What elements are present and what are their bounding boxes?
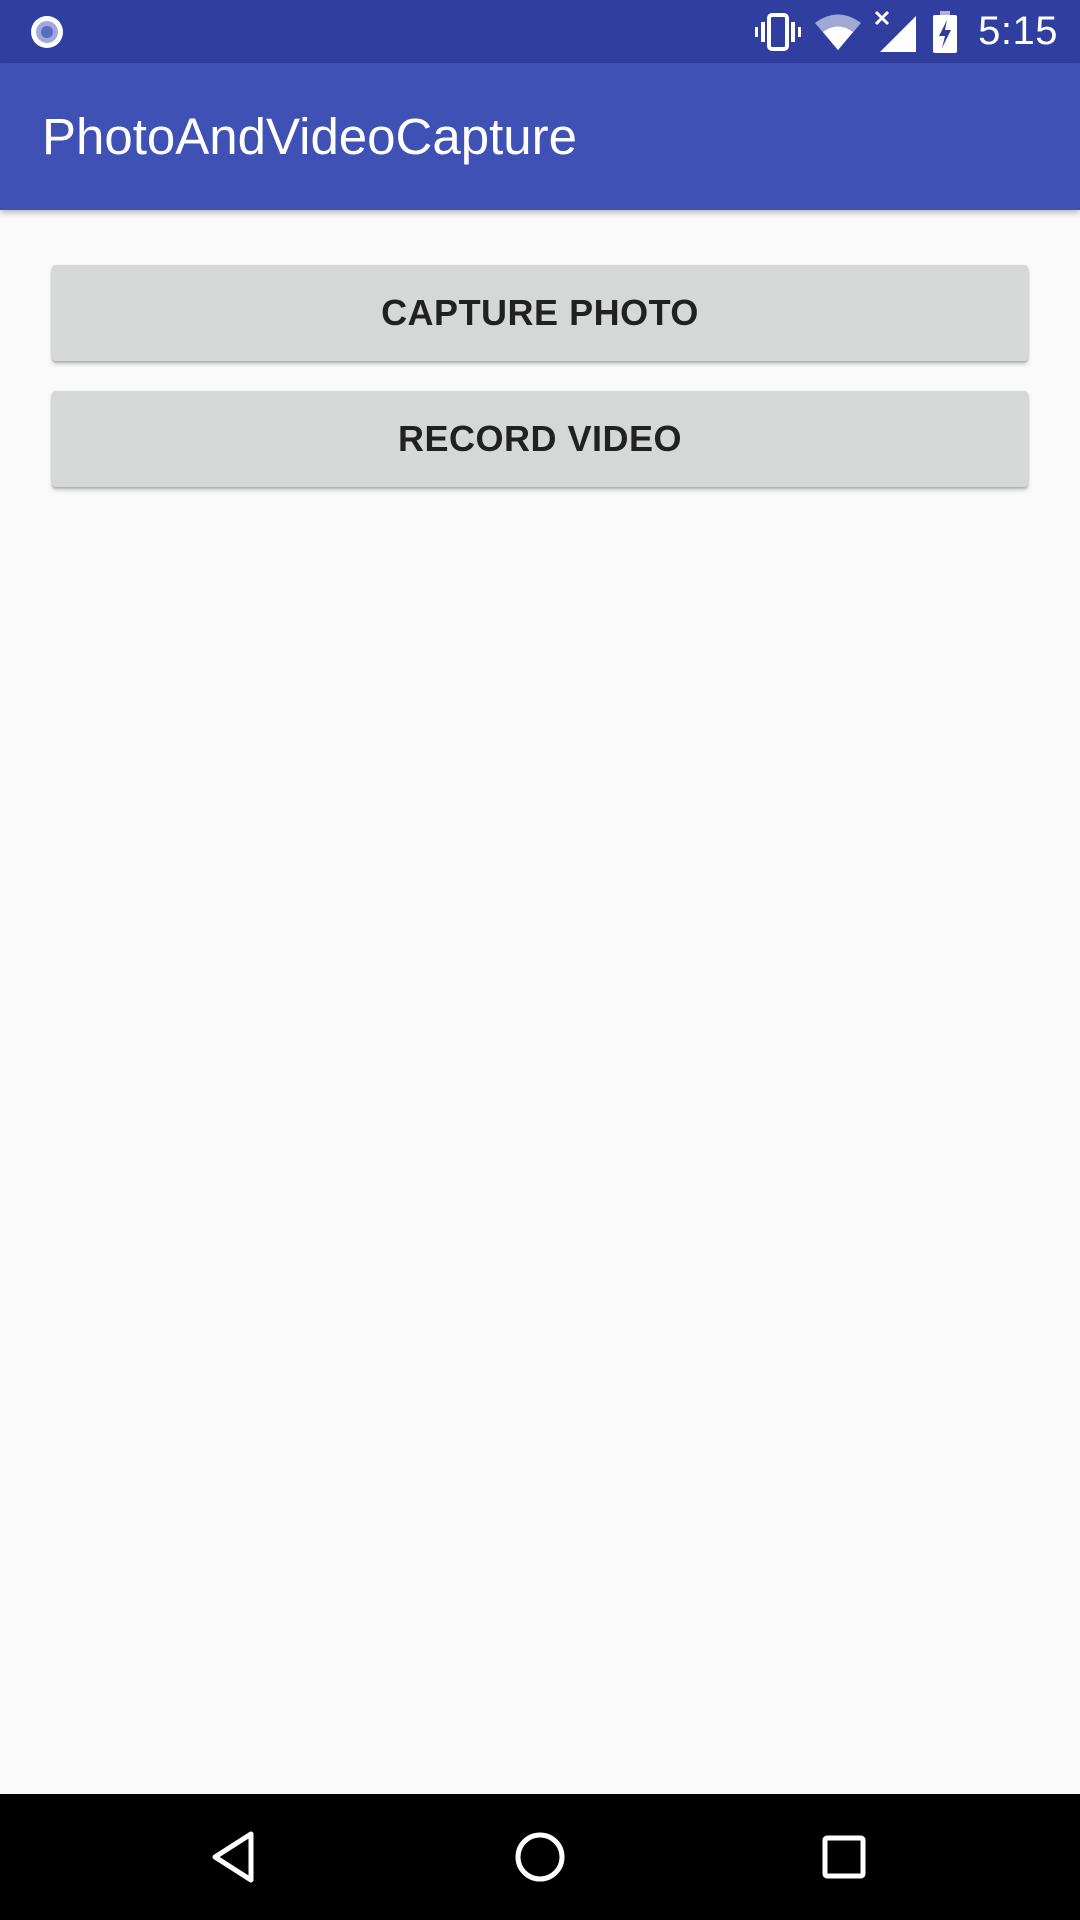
cell-signal-no-data-icon — [875, 10, 917, 52]
record-video-button[interactable]: RECORD VIDEO — [52, 391, 1028, 487]
notification-circle-icon — [31, 16, 63, 48]
app-bar: PhotoAndVideoCapture — [0, 63, 1080, 210]
battery-charging-icon — [933, 10, 958, 53]
capture-photo-button[interactable]: CAPTURE PHOTO — [52, 265, 1028, 361]
recents-icon[interactable] — [811, 1824, 877, 1890]
status-bar: 5:15 — [0, 0, 1080, 63]
home-icon[interactable] — [507, 1824, 573, 1890]
vibrate-icon — [755, 12, 802, 51]
navigation-bar — [0, 1794, 1080, 1920]
app-title: PhotoAndVideoCapture — [42, 108, 577, 165]
status-time: 5:15 — [978, 9, 1058, 53]
app-screen: 5:15 PhotoAndVideoCapture CAPTURE PHOTO … — [0, 0, 1080, 1920]
status-icons: 5:15 — [754, 0, 1080, 63]
main-content: CAPTURE PHOTO RECORD VIDEO — [0, 210, 1080, 1794]
wifi-icon — [815, 14, 862, 50]
back-icon[interactable] — [203, 1824, 269, 1890]
